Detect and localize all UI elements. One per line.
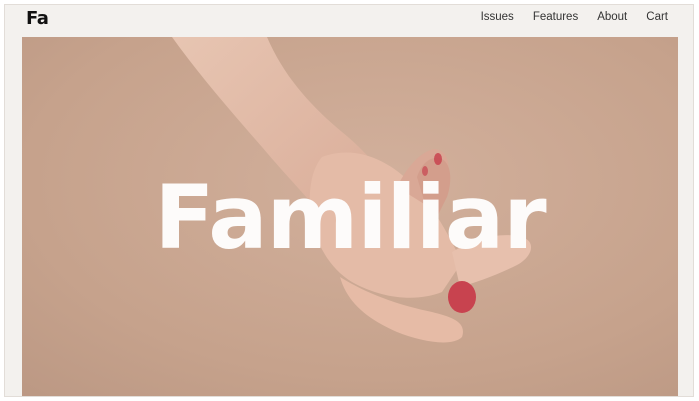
hero-title: Familiar bbox=[154, 166, 546, 269]
nav-cart[interactable]: Cart bbox=[646, 11, 668, 23]
browser-frame: Fa Issues Features About Cart Familiar bbox=[4, 4, 694, 397]
site-logo[interactable]: Fa bbox=[26, 8, 49, 29]
nav-features[interactable]: Features bbox=[533, 11, 578, 23]
site-header: Fa Issues Features About Cart bbox=[5, 5, 693, 37]
nav-about[interactable]: About bbox=[597, 11, 627, 23]
main-nav: Issues Features About Cart bbox=[481, 11, 668, 23]
hero-section: Familiar bbox=[22, 37, 678, 396]
nav-issues[interactable]: Issues bbox=[481, 11, 514, 23]
